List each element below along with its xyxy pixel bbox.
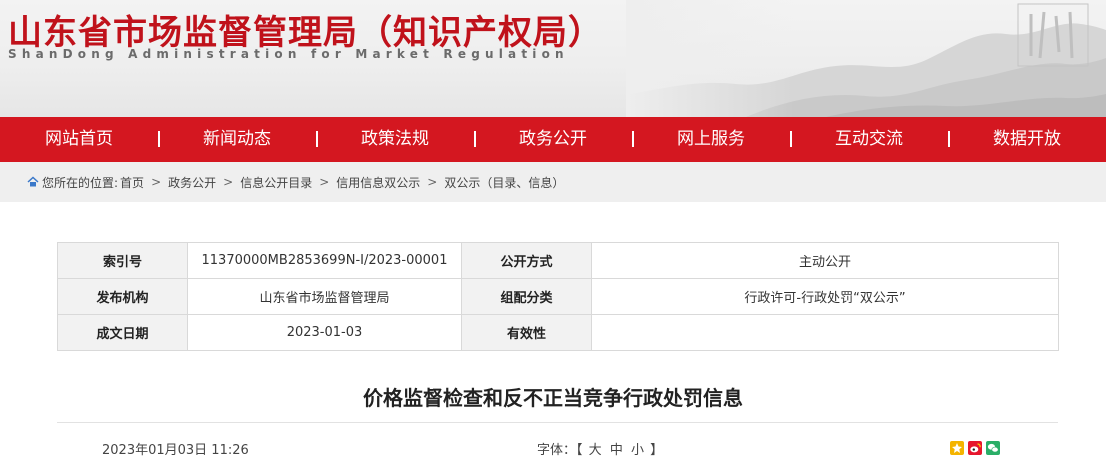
site-subtitle: ShanDong Administration for Market Regul… bbox=[8, 47, 569, 61]
article-title: 价格监督检查和反不正当竞争行政处罚信息 bbox=[363, 386, 743, 410]
nav-item-policy[interactable]: 政策法规 bbox=[316, 117, 474, 162]
date-label: 成文日期 bbox=[57, 314, 188, 351]
font-size-close: 】 bbox=[650, 443, 664, 458]
font-small-button[interactable]: 小 bbox=[631, 443, 644, 458]
nav-item-home[interactable]: 网站首页 bbox=[0, 117, 158, 162]
method-label: 公开方式 bbox=[461, 242, 592, 279]
nav-item-interaction[interactable]: 互动交流 bbox=[790, 117, 948, 162]
main-nav: 网站首页 新闻动态 政策法规 政务公开 网上服务 互动交流 数据开放 bbox=[0, 117, 1106, 162]
org-label: 发布机构 bbox=[57, 278, 188, 315]
org-value: 山东省市场监督管理局 bbox=[187, 278, 462, 315]
nav-item-news[interactable]: 新闻动态 bbox=[158, 117, 316, 162]
nav-item-open-data[interactable]: 数据开放 bbox=[948, 117, 1106, 162]
validity-label: 有效性 bbox=[461, 314, 592, 351]
method-value: 主动公开 bbox=[591, 242, 1059, 279]
breadcrumb-separator: > bbox=[427, 175, 438, 189]
wechat-icon[interactable] bbox=[986, 441, 1000, 455]
font-size-switcher: 字体：【 大 中 小 】 bbox=[537, 439, 663, 458]
nav-item-online-service[interactable]: 网上服务 bbox=[632, 117, 790, 162]
date-value: 2023-01-03 bbox=[187, 314, 462, 351]
table-row: 发布机构 山东省市场监督管理局 组配分类 行政许可-行政处罚“双公示” bbox=[57, 278, 1059, 315]
font-large-button[interactable]: 大 bbox=[589, 443, 602, 458]
table-row: 成文日期 2023-01-03 有效性 bbox=[57, 314, 1059, 351]
index-value: 11370000MB2853699N-I/2023-00001 bbox=[187, 242, 462, 279]
breadcrumb-home[interactable]: 首页 bbox=[120, 174, 144, 191]
breadcrumb: 您所在的位置: 首页 > 政务公开 > 信息公开目录 > 信用信息双公示 > 双… bbox=[27, 162, 564, 202]
breadcrumb-separator: > bbox=[223, 175, 234, 189]
weibo-icon[interactable] bbox=[968, 441, 982, 455]
landscape-decoration bbox=[626, 0, 1106, 117]
category-label: 组配分类 bbox=[461, 278, 592, 315]
font-size-label: 字体：【 bbox=[537, 443, 583, 458]
breadcrumb-separator: > bbox=[319, 175, 330, 189]
document-info-table: 索引号 11370000MB2853699N-I/2023-00001 公开方式… bbox=[57, 242, 1059, 351]
table-row: 索引号 11370000MB2853699N-I/2023-00001 公开方式… bbox=[57, 242, 1059, 279]
divider bbox=[57, 422, 1058, 423]
breadcrumb-info-catalog[interactable]: 信息公开目录 bbox=[240, 174, 312, 191]
breadcrumb-credit-info[interactable]: 信用信息双公示 bbox=[336, 174, 420, 191]
nav-item-gov-affairs[interactable]: 政务公开 bbox=[474, 117, 632, 162]
qzone-icon[interactable] bbox=[950, 441, 964, 455]
home-icon bbox=[27, 176, 39, 187]
breadcrumb-gov-affairs[interactable]: 政务公开 bbox=[168, 174, 216, 191]
font-medium-button[interactable]: 中 bbox=[610, 443, 623, 458]
site-header: 山东省市场监督管理局（知识产权局） ShanDong Administratio… bbox=[0, 0, 1106, 117]
breadcrumb-prefix: 您所在的位置: bbox=[42, 175, 119, 190]
index-label: 索引号 bbox=[57, 242, 188, 279]
breadcrumb-current[interactable]: 双公示（目录、信息） bbox=[444, 174, 564, 191]
breadcrumb-bar: 您所在的位置: 首页 > 政务公开 > 信息公开目录 > 信用信息双公示 > 双… bbox=[0, 162, 1106, 202]
breadcrumb-separator: > bbox=[151, 175, 162, 189]
publish-datetime: 2023年01月03日 11:26 bbox=[102, 443, 249, 458]
validity-value bbox=[591, 314, 1059, 351]
share-bar bbox=[950, 441, 1000, 455]
category-value: 行政许可-行政处罚“双公示” bbox=[591, 278, 1059, 315]
